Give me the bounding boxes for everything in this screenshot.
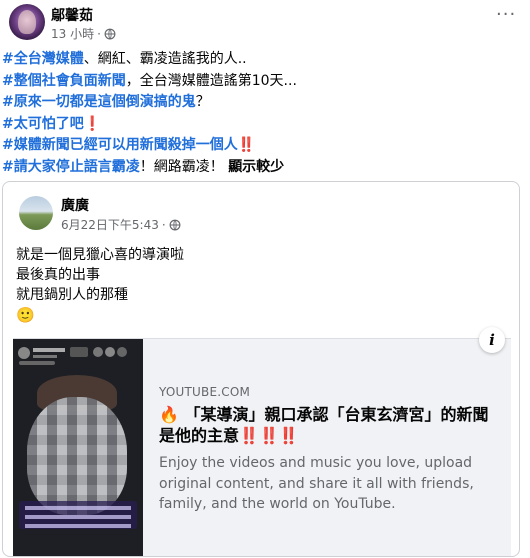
hashtag-link[interactable]: #原來一切都是這個倒演搞的鬼 [2,94,196,110]
more-options-icon[interactable]: ··· [496,6,516,26]
blurred-face [27,397,127,515]
globe-icon[interactable] [104,28,116,40]
link-title[interactable]: 🔥 「某導演」親口承認「台東玄濟宮」的新聞是他的主意‼️‼️‼️ [159,404,504,446]
double-exclamation-icon: ‼️‼️‼️ [239,426,299,445]
post-text-line: #全台灣媒體、網紅、霸凌造謠我的人.. [2,49,522,71]
author-avatar[interactable] [9,4,45,40]
link-info[interactable]: YOUTUBE.COM 🔥 「某導演」親口承認「台東玄濟宮」的新聞是他的主意‼️… [159,385,504,515]
shared-post-meta: 6月22日下午5:43 · [61,216,181,233]
link-preview-card[interactable]: i YOUTUBE.COM 🔥 「某導演」親口承認「台東玄濟宮」的新聞是他的主意… [13,327,511,556]
hashtag-link[interactable]: #太可怕了吧 [2,116,84,132]
fire-icon: 🔥 [159,405,179,424]
link-description: Enjoy the videos and music you love, upl… [159,455,474,512]
smile-emoji-icon: 🙂 [16,306,35,324]
shared-author-avatar[interactable] [19,196,53,230]
globe-icon[interactable] [169,219,181,231]
thumbnail-top-bar [18,347,127,365]
exclamation-icon: ❗ [83,115,102,132]
shared-post-card: 廣廣 6月22日下午5:43 · 就是一個見獵心喜的導演啦 最後真的出事 就甩鍋… [2,181,520,557]
link-title-text: 「某導演」親口承認「台東玄濟宮」的新聞是他的主意 [159,405,489,445]
post-time[interactable]: 13 小時 [51,25,94,42]
hashtag-link[interactable]: #整個社會負面新聞 [2,73,126,89]
post-text-line: #太可怕了吧❗ [2,114,522,136]
shared-text-line: 就是一個見獵心喜的導演啦 [16,247,184,263]
post-text-line: #整個社會負面新聞，全台灣媒體造謠第10天... [2,71,522,93]
shared-text-line: 就甩鍋別人的那種 [16,287,128,303]
post-text-span: ！網路霸凌！ [139,158,229,175]
shared-post-time[interactable]: 6月22日下午5:43 [61,216,159,233]
post-text-span: ？ [195,94,210,110]
shared-post-text: 就是一個見獵心喜的導演啦 最後真的出事 就甩鍋別人的那種 🙂 [16,245,184,326]
link-domain: YOUTUBE.COM [159,385,251,399]
video-thumbnail[interactable] [13,339,143,556]
meta-separator: · [97,26,101,41]
info-icon[interactable]: i [479,327,505,353]
thumbnail-caption [19,501,137,529]
post-text-span: 、網紅、霸凌造謠我的人.. [83,51,247,67]
hashtag-link[interactable]: #全台灣媒體 [2,51,84,67]
hashtag-link[interactable]: #媒體新聞已經可以用新聞殺掉一個人 [2,137,238,153]
meta-separator: · [161,217,166,232]
exclamation-icon: ‼️ [237,137,256,153]
hashtag-link[interactable]: #請大家停止語言霸凌 [2,159,140,175]
shared-author-name[interactable]: 廣廣 [61,195,89,215]
see-less-button[interactable]: 顯示較少 [228,159,284,175]
post-text-line: #請大家停止語言霸凌！網路霸凌！ 顯示較少 [2,157,522,179]
post-text-span: ，全台灣媒體造謠第10天... [125,72,297,89]
author-name[interactable]: 鄔馨茹 [51,5,93,25]
post-text-line: #原來一切都是這個倒演搞的鬼？ [2,92,522,114]
post-header: 鄔馨茹 13 小時 · ··· [0,0,530,44]
post-meta: 13 小時 · [51,25,116,42]
shared-text-line: 最後真的出事 [16,267,100,283]
post-text: #全台灣媒體、網紅、霸凌造謠我的人.. #整個社會負面新聞，全台灣媒體造謠第10天… [2,49,522,178]
post-text-line: #媒體新聞已經可以用新聞殺掉一個人‼️ [2,135,522,157]
